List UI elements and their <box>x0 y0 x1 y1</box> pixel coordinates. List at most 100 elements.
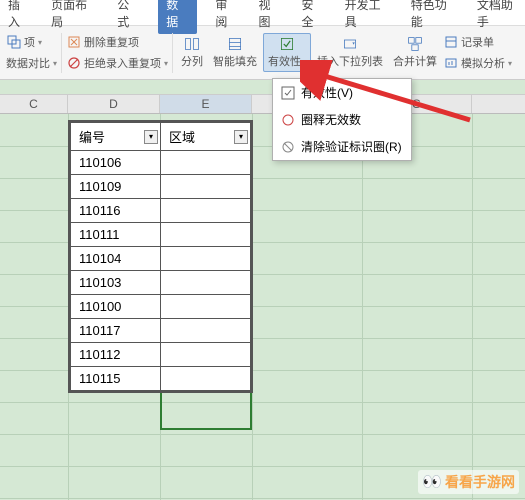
tab-page-layout[interactable]: 页面布局 <box>49 0 99 34</box>
reject-duplicates-button[interactable]: 拒绝录入重复项 ▾ <box>66 53 168 73</box>
record-form-icon <box>443 34 459 50</box>
circle-invalid-icon <box>281 113 295 127</box>
dropdown-item-label: 有效性(V) <box>301 84 353 101</box>
watermark-icon: 👀 <box>422 472 442 492</box>
ribbon-dedup-stack: 删除重复项 拒绝录入重复项 ▾ <box>66 32 168 73</box>
dropdown-item-label: 清除验证标识圈(R) <box>301 138 402 155</box>
delete-duplicates-label: 删除重复项 <box>84 34 139 50</box>
reject-duplicates-icon <box>66 55 82 71</box>
col-header-e[interactable]: E <box>160 95 252 113</box>
table-body: 110106 110109 110116 110111 110104 11010… <box>71 151 251 391</box>
smart-fill-button[interactable]: 智能填充 <box>209 34 261 71</box>
dropdown-item-clear-circles[interactable]: 清除验证标识圈(R) <box>273 133 411 160</box>
reject-duplicates-label: 拒绝录入重复项 <box>84 55 161 71</box>
table-row[interactable]: 110116 <box>71 199 251 223</box>
table-row[interactable]: 110104 <box>71 247 251 271</box>
chevron-down-icon: ▾ <box>302 58 306 67</box>
cell[interactable]: 110111 <box>71 223 161 247</box>
tab-data[interactable]: 数据 <box>158 0 197 34</box>
split-column-button[interactable]: 分列 <box>177 34 207 71</box>
tab-security[interactable]: 安全 <box>300 0 327 34</box>
header-id-label: 编号 <box>79 130 105 145</box>
insert-dropdown-icon <box>342 36 358 52</box>
cell[interactable]: 110116 <box>71 199 161 223</box>
cell[interactable]: 110100 <box>71 295 161 319</box>
delete-duplicates-icon <box>66 34 82 50</box>
table-row[interactable]: 110109 <box>71 175 251 199</box>
ribbon-right-stack: 记录单 模拟分析 ▾ <box>443 32 512 73</box>
ribbon-left-stack: 项 ▾ 数据对比 ▾ <box>6 32 57 73</box>
cell[interactable]: 110112 <box>71 343 161 367</box>
consolidate-icon <box>407 36 423 52</box>
what-if-label: 模拟分析 <box>461 55 505 71</box>
what-if-icon <box>443 55 459 71</box>
tab-dev-tools[interactable]: 开发工具 <box>343 0 393 34</box>
table-header-id[interactable]: 编号 ▾ <box>71 123 161 151</box>
table-row[interactable]: 110100 <box>71 295 251 319</box>
cell[interactable]: 110103 <box>71 271 161 295</box>
cell[interactable] <box>161 175 251 199</box>
consolidate-button[interactable]: 合并计算 <box>389 34 441 71</box>
validity-button[interactable]: 有效性▾ <box>263 33 311 72</box>
cell[interactable]: 110106 <box>71 151 161 175</box>
label-item: 项 <box>24 34 35 50</box>
tab-insert[interactable]: 插入 <box>6 0 33 34</box>
chevron-down-icon: ▾ <box>38 38 42 47</box>
dropdown-item-validity[interactable]: 有效性(V) <box>273 79 411 106</box>
validity-label: 有效性 <box>268 56 301 68</box>
cell[interactable] <box>161 271 251 295</box>
cell[interactable] <box>161 151 251 175</box>
menubar: 插入 页面布局 公式 数据 审阅 视图 安全 开发工具 特色功能 文档助手 <box>0 0 525 26</box>
dropdown-item-circle-invalid[interactable]: 圈释无效数 <box>273 106 411 133</box>
record-form-button[interactable]: 记录单 <box>443 32 512 52</box>
cell[interactable] <box>161 223 251 247</box>
cell[interactable] <box>161 319 251 343</box>
tab-review[interactable]: 审阅 <box>213 0 240 34</box>
data-table: 编号 ▾ 区域 ▾ 110106 110109 110116 110111 11… <box>68 120 253 393</box>
separator <box>172 33 173 73</box>
cell[interactable]: 110115 <box>71 367 161 391</box>
table-header-region[interactable]: 区域 ▾ <box>161 123 251 151</box>
cell[interactable] <box>161 247 251 271</box>
tab-view[interactable]: 视图 <box>256 0 283 34</box>
tab-formula[interactable]: 公式 <box>115 0 142 34</box>
table-row[interactable]: 110117 <box>71 319 251 343</box>
delete-duplicates-button[interactable]: 删除重复项 <box>66 32 168 52</box>
watermark-text: 看看手游网 <box>445 472 515 492</box>
watermark: 👀 看看手游网 <box>418 470 519 494</box>
cell[interactable] <box>161 343 251 367</box>
filter-button[interactable]: ▾ <box>234 130 248 144</box>
cell[interactable] <box>161 295 251 319</box>
record-form-label: 记录单 <box>461 34 494 50</box>
spreadsheet-area[interactable]: 编号 ▾ 区域 ▾ 110106 110109 110116 110111 11… <box>0 114 525 500</box>
col-header-d[interactable]: D <box>68 95 160 113</box>
cell[interactable]: 110109 <box>71 175 161 199</box>
cell[interactable]: 110104 <box>71 247 161 271</box>
cell[interactable] <box>161 367 251 391</box>
insert-dropdown-button[interactable]: 插入下拉列表 <box>313 34 387 71</box>
clear-circles-icon <box>281 140 295 154</box>
filter-button[interactable]: ▾ <box>144 130 158 144</box>
smart-fill-label: 智能填充 <box>213 53 257 69</box>
col-header-c[interactable]: C <box>0 95 68 113</box>
split-column-icon <box>184 36 200 52</box>
cell[interactable] <box>161 199 251 223</box>
table-row[interactable]: 110106 <box>71 151 251 175</box>
tab-features[interactable]: 特色功能 <box>409 0 459 34</box>
split-column-label: 分列 <box>181 53 203 69</box>
cell[interactable]: 110117 <box>71 319 161 343</box>
consolidate-label: 合并计算 <box>393 53 437 69</box>
chevron-down-icon: ▾ <box>508 59 512 68</box>
table-row[interactable]: 110111 <box>71 223 251 247</box>
table-row[interactable]: 110103 <box>71 271 251 295</box>
what-if-button[interactable]: 模拟分析 ▾ <box>443 53 512 73</box>
insert-dropdown-label: 插入下拉列表 <box>317 53 383 69</box>
table-row[interactable]: 110115 <box>71 367 251 391</box>
validity-dropdown: 有效性(V) 圈释无效数 清除验证标识圈(R) <box>272 78 412 161</box>
validity-icon <box>279 36 295 52</box>
table-row[interactable]: 110112 <box>71 343 251 367</box>
data-compare-button[interactable]: 数据对比 <box>6 55 50 71</box>
dropdown-item-label: 圈释无效数 <box>301 111 361 128</box>
header-region-label: 区域 <box>169 130 195 145</box>
tab-doc-helper[interactable]: 文档助手 <box>475 0 525 34</box>
